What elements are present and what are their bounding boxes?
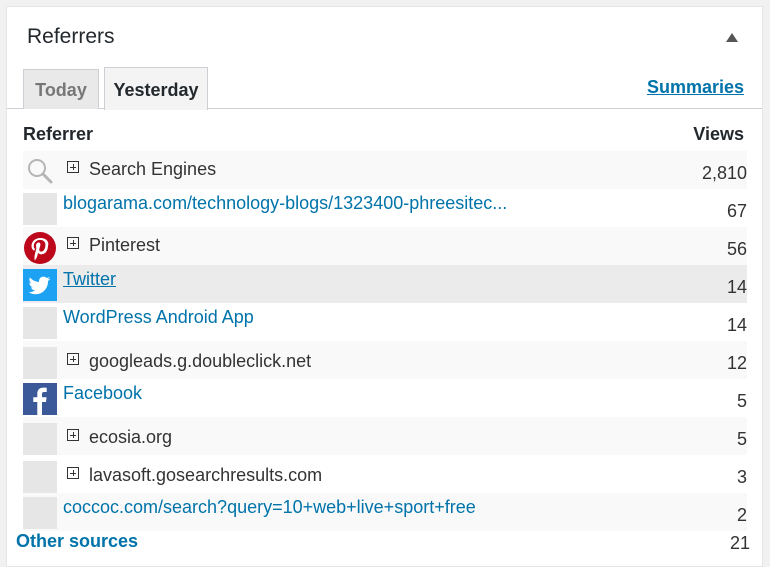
summaries-link[interactable]: Summaries	[647, 77, 744, 98]
expand-icon[interactable]	[67, 429, 79, 441]
table-row: Search Engines 2,810	[23, 151, 747, 189]
views-count: 12	[726, 353, 747, 373]
referrer-link[interactable]: blogarama.com/technology-blogs/1323400-p…	[63, 193, 507, 214]
views-count: 14	[726, 315, 747, 335]
table-row: Facebook 5	[23, 379, 747, 417]
table-row: Twitter 14	[23, 265, 747, 303]
table-row: WordPress Android App 14	[23, 303, 747, 341]
other-sources-link[interactable]: Other sources	[16, 531, 138, 552]
placeholder-icon	[23, 193, 57, 225]
views-count: 2	[736, 505, 747, 525]
views-count: 67	[726, 201, 747, 221]
referrer-label: Search Engines	[89, 159, 217, 179]
referrer-link[interactable]: Twitter	[63, 269, 116, 290]
twitter-icon	[23, 269, 57, 301]
expand-icon[interactable]	[67, 467, 79, 479]
referrer-link[interactable]: Facebook	[63, 383, 142, 404]
table-row: Pinterest 56	[23, 227, 747, 265]
expand-icon[interactable]	[67, 353, 79, 365]
table-row: blogarama.com/technology-blogs/1323400-p…	[23, 189, 747, 227]
facebook-icon	[23, 383, 57, 415]
views-count: 14	[726, 277, 747, 297]
referrer-link[interactable]: coccoc.com/search?query=10+web+live+spor…	[63, 497, 476, 518]
placeholder-icon	[23, 307, 57, 339]
column-header-referrer: Referrer	[23, 124, 94, 144]
table-row: lavasoft.gosearchresults.com 3	[23, 455, 747, 493]
tab-yesterday[interactable]: Yesterday	[104, 67, 208, 110]
expand-icon[interactable]	[67, 237, 79, 249]
column-header-views: Views	[693, 124, 744, 144]
pinterest-icon	[23, 231, 57, 264]
table-row: ecosia.org 5	[23, 417, 747, 455]
views-count: 2,810	[701, 163, 747, 183]
table-row: googleads.g.doubleclick.net 12	[23, 341, 747, 379]
views-count: 5	[736, 429, 747, 449]
placeholder-icon	[23, 497, 57, 529]
placeholder-icon	[23, 423, 57, 455]
placeholder-icon	[23, 461, 57, 493]
views-count: 5	[736, 391, 747, 411]
widget-title: Referrers	[27, 25, 115, 48]
table-row: coccoc.com/search?query=10+web+live+spor…	[23, 493, 747, 531]
referrer-link[interactable]: WordPress Android App	[63, 307, 254, 328]
search-icon	[23, 155, 57, 187]
referrers-widget: Referrers Today Yesterday Summaries Refe…	[6, 6, 763, 567]
placeholder-icon	[23, 347, 57, 379]
referrer-table: Search Engines 2,810 blogarama.com/techn…	[23, 151, 747, 531]
expand-icon[interactable]	[67, 161, 79, 173]
tab-today[interactable]: Today	[23, 69, 99, 109]
referrer-label: Pinterest	[89, 235, 161, 255]
collapse-toggle-icon[interactable]	[726, 33, 738, 42]
other-sources-views: 21	[729, 533, 750, 553]
views-count: 3	[736, 467, 747, 487]
views-count: 56	[726, 239, 747, 259]
referrer-label: ecosia.org	[89, 427, 173, 447]
referrer-label: lavasoft.gosearchresults.com	[89, 465, 323, 485]
referrer-label: googleads.g.doubleclick.net	[89, 351, 312, 371]
